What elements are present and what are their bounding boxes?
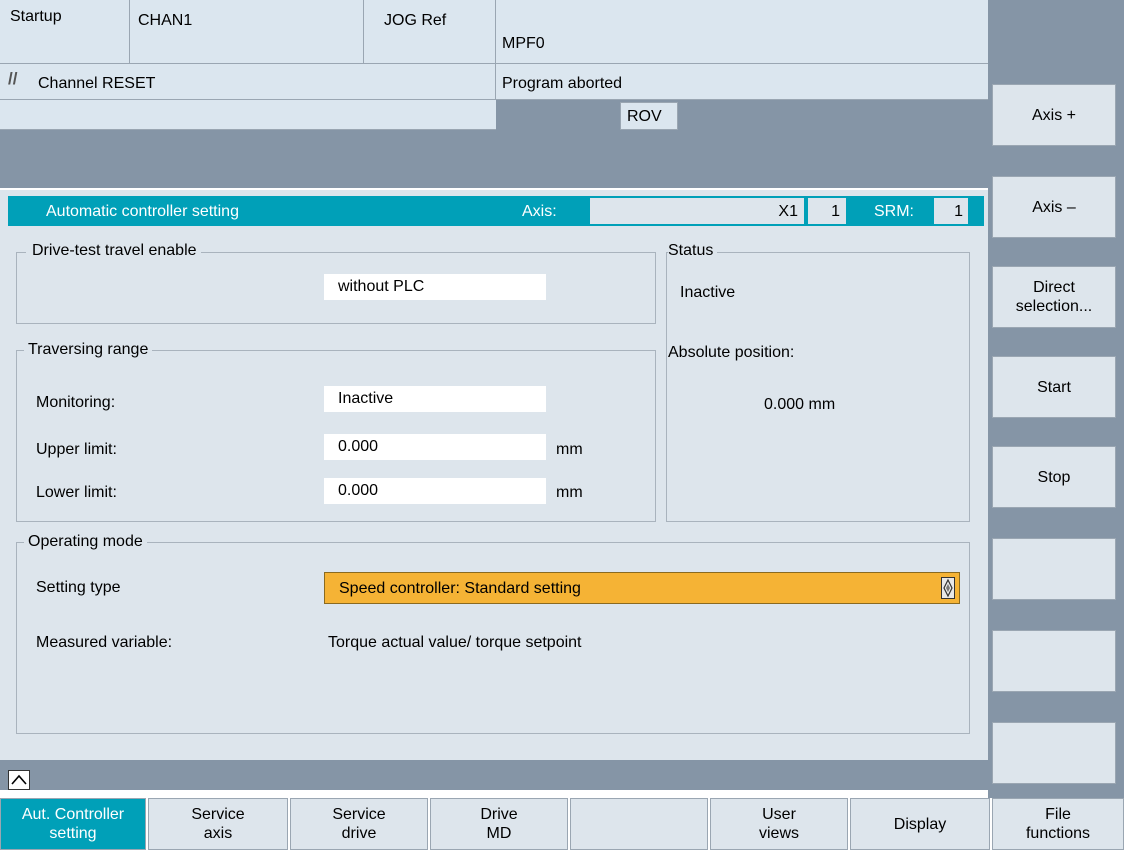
toggle-icon[interactable] [941, 577, 955, 599]
lower-limit-field[interactable]: 0.000 [324, 478, 546, 504]
mode-label: JOG Ref [384, 12, 447, 29]
lower-limit-label: Lower limit: [36, 484, 117, 501]
softkey-empty-8[interactable] [992, 722, 1116, 784]
program-status-cell: Program aborted [496, 64, 992, 100]
page-title: Automatic controller setting [46, 203, 239, 220]
chevron-up-icon[interactable] [8, 770, 30, 790]
display-button[interactable]: Display [850, 798, 990, 850]
service-drive-button[interactable]: Service drive [290, 798, 428, 850]
axis-name-field: X1 [590, 198, 804, 224]
channel-cell: CHAN1 [130, 0, 364, 64]
file-functions-button[interactable]: File functions [992, 798, 1124, 850]
program-status-label: Program aborted [502, 75, 623, 92]
softkey-empty-bottom[interactable] [570, 798, 708, 850]
softkey-empty-6[interactable] [992, 538, 1116, 600]
channel-label: CHAN1 [138, 12, 193, 29]
upper-limit-unit: mm [556, 441, 583, 458]
user-views-button[interactable]: User views [710, 798, 848, 850]
drive-md-button[interactable]: Drive MD [430, 798, 568, 850]
upper-limit-label: Upper limit: [36, 441, 117, 458]
aut-controller-setting-button[interactable]: Aut. Controller setting [0, 798, 146, 850]
drive-test-title: Drive-test travel enable [26, 242, 201, 260]
axis-plus-button[interactable]: Axis + [992, 84, 1116, 146]
setting-type-select[interactable]: Speed controller: Standard setting [324, 572, 960, 604]
service-axis-button[interactable]: Service axis [148, 798, 288, 850]
area-label: Startup [10, 8, 62, 25]
stop-button[interactable]: Stop [992, 446, 1116, 508]
measured-variable-value: Torque actual value/ torque setpoint [328, 634, 582, 651]
softkey-empty-7[interactable] [992, 630, 1116, 692]
recall-band [0, 760, 992, 790]
setting-type-label: Setting type [36, 579, 121, 596]
measured-variable-label: Measured variable: [36, 634, 173, 651]
axis-minus-button[interactable]: Axis – [992, 176, 1116, 238]
operating-mode-title: Operating mode [24, 533, 147, 551]
message-line [0, 100, 496, 130]
override-badge: ROV [620, 102, 678, 130]
channel-status-cell: // Channel RESET [0, 64, 496, 100]
program-cell: MPF0 [496, 0, 992, 64]
channel-status-label: Channel RESET [38, 75, 156, 92]
direct-selection-button[interactable]: Direct selection... [992, 266, 1116, 328]
bottom-strip [0, 790, 1124, 798]
start-button[interactable]: Start [992, 356, 1116, 418]
axis-number-field: 1 [808, 198, 846, 224]
srm-label: SRM: [874, 203, 914, 220]
separator-band [0, 130, 992, 188]
setting-type-value: Speed controller: Standard setting [339, 580, 581, 597]
monitoring-label: Monitoring: [36, 394, 116, 411]
srm-value-field: 1 [934, 198, 968, 224]
lower-limit-unit: mm [556, 484, 583, 501]
area-cell: Startup [0, 0, 130, 64]
upper-limit-field[interactable]: 0.000 [324, 434, 546, 460]
message-area-dark [496, 100, 992, 130]
monitoring-field[interactable]: Inactive [324, 386, 546, 412]
double-slash-icon: // [8, 69, 18, 88]
status-title: Status [668, 242, 718, 260]
traversing-title: Traversing range [24, 341, 153, 359]
axis-label: Axis: [522, 203, 557, 220]
mode-cell: JOG Ref [364, 0, 496, 64]
absolute-position-label: Absolute position: [668, 344, 795, 361]
absolute-position-value: 0.000 mm [764, 396, 836, 413]
status-value: Inactive [680, 284, 736, 301]
drive-test-field[interactable]: without PLC [324, 274, 546, 300]
program-label: MPF0 [502, 35, 545, 52]
